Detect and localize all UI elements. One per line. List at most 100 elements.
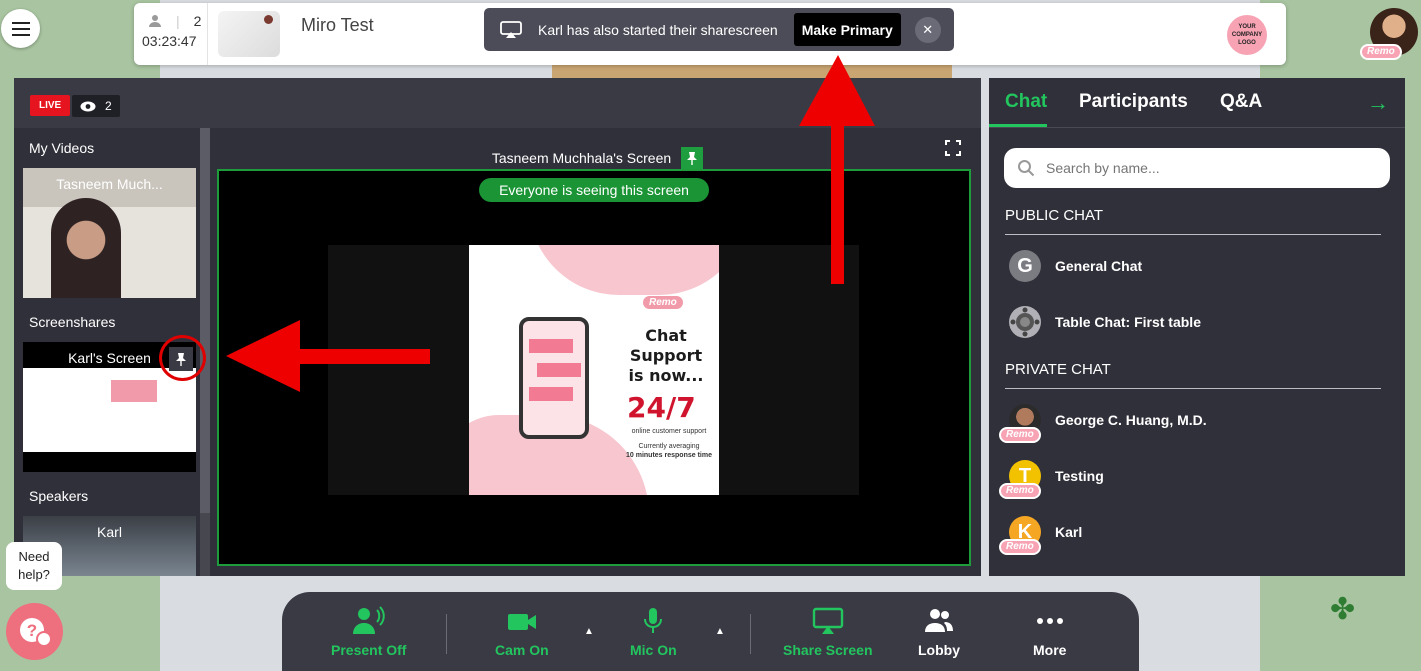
screenshare-preview: [23, 368, 196, 452]
lobby-button[interactable]: Lobby: [918, 606, 960, 658]
primary-screen-area: Tasneem Muchhala's Screen Everyone is se…: [214, 128, 981, 576]
cam-on-button[interactable]: Cam On: [495, 606, 549, 658]
viewer-counter: 2: [72, 95, 120, 117]
pin-icon: [687, 152, 698, 165]
person-icon: [149, 15, 161, 27]
chat-item-label: Table Chat: First table: [1055, 314, 1201, 330]
my-video-tile[interactable]: Tasneem Much...: [23, 168, 196, 298]
share-label: Share Screen: [783, 642, 873, 658]
divider: [446, 614, 447, 654]
chat-item-table[interactable]: Table Chat: First table: [1009, 304, 1201, 340]
screen-title-row: Tasneem Muchhala's Screen: [214, 147, 981, 169]
scrollbar-thumb[interactable]: [200, 128, 210, 513]
notification-message: Karl has also started their sharescreen: [538, 21, 778, 38]
search-icon: [1018, 160, 1035, 177]
remo-badge: Remo: [1360, 44, 1402, 60]
share-screen-icon: [812, 607, 843, 634]
menu-button[interactable]: [1, 9, 40, 48]
attendee-counter: | 2 03:23:47: [142, 13, 206, 49]
everyone-seeing-banner: Everyone is seeing this screen: [479, 178, 709, 202]
section-divider: [1005, 388, 1381, 389]
presenter-icon: [352, 606, 385, 634]
attendee-count: 2: [193, 13, 202, 29]
speaker-name: Karl: [97, 524, 122, 540]
phone-illustration: [519, 317, 589, 439]
tab-underline: [989, 124, 1047, 127]
remo-badge: Remo: [999, 483, 1041, 499]
chevron-up-icon[interactable]: ▲: [715, 626, 725, 637]
my-videos-label: My Videos: [29, 140, 95, 156]
bottom-toolbar: Present Off Cam On ▲ Mic On ▲ Share Scre…: [282, 592, 1139, 671]
red-circle-annotation: [159, 335, 206, 381]
tab-participants[interactable]: Participants: [1079, 91, 1188, 113]
shared-screen-content: Remo Chat Support is now... 24/7 online …: [328, 245, 859, 495]
stage-header: LIVE 2: [14, 78, 981, 128]
poster-brand: Remo: [643, 296, 683, 309]
clover-decoration: ✤: [1330, 593, 1356, 626]
chat-item-label: General Chat: [1055, 258, 1143, 274]
tab-qa[interactable]: Q&A: [1220, 91, 1262, 113]
chat-item-label: George C. Huang, M.D.: [1055, 412, 1207, 428]
poster-247: 24/7: [627, 391, 696, 424]
chat-item-label: Karl: [1055, 524, 1083, 540]
present-label: Present Off: [331, 642, 407, 658]
chat-item-general[interactable]: G General Chat: [1009, 248, 1142, 284]
room-title: Miro Test: [301, 15, 374, 35]
poster-sub-1: online customer support: [631, 428, 707, 435]
chat-panel: Chat Participants Q&A → PUBLIC CHAT G Ge…: [989, 78, 1405, 576]
poster-sub-3: 10 minutes response time: [626, 452, 712, 459]
microphone-icon: [644, 608, 663, 633]
svg-text:?: ?: [26, 621, 36, 640]
more-dots-icon: [1036, 618, 1063, 624]
room-thumbnail[interactable]: [218, 11, 280, 57]
divider: [750, 614, 751, 654]
public-chat-header: PUBLIC CHAT: [1005, 207, 1104, 224]
poster-subtext: online customer support Currently averag…: [619, 427, 719, 460]
pin-active-button[interactable]: [681, 147, 704, 169]
panel-tabs: Chat Participants Q&A →: [989, 78, 1405, 128]
more-label: More: [1033, 642, 1067, 658]
hamburger-icon: [11, 27, 30, 30]
viewer-count: 2: [105, 99, 112, 113]
shared-screen-frame[interactable]: Everyone is seeing this screen Remo Chat…: [217, 169, 971, 566]
chat-item-label: Testing: [1055, 468, 1104, 484]
live-badge: LIVE: [30, 95, 71, 116]
speakers-label: Speakers: [29, 488, 89, 504]
company-logo: YOUR COMPANY LOGO: [1227, 15, 1267, 55]
fullscreen-icon[interactable]: [945, 140, 961, 156]
search-input[interactable]: [1004, 148, 1390, 188]
chevron-up-icon[interactable]: ▲: [584, 626, 594, 637]
screenshares-label: Screenshares: [29, 314, 116, 330]
table-icon: [1009, 306, 1041, 338]
help-bubble: Need help?: [6, 542, 62, 590]
poster-blob: [529, 245, 719, 295]
mic-on-button[interactable]: Mic On: [630, 606, 677, 658]
sharescreen-notification: Karl has also started their sharescreen …: [484, 8, 954, 51]
cam-label: Cam On: [495, 642, 549, 658]
tab-chat[interactable]: Chat: [1005, 91, 1047, 113]
people-icon: [925, 609, 953, 632]
more-button[interactable]: More: [1033, 606, 1066, 658]
share-screen-button[interactable]: Share Screen: [783, 606, 873, 658]
camera-icon: [507, 614, 536, 630]
present-off-button[interactable]: Present Off: [331, 606, 406, 658]
make-primary-button[interactable]: Make Primary: [793, 13, 901, 46]
eye-icon: [80, 101, 96, 111]
my-video-name: Tasneem Much...: [56, 176, 163, 192]
poster-image: Remo Chat Support is now... 24/7 online …: [469, 245, 719, 495]
avatar: G: [1009, 250, 1041, 282]
collapse-panel-icon[interactable]: →: [1367, 90, 1389, 116]
private-chat-header: PRIVATE CHAT: [1005, 361, 1111, 378]
webcam-person: [51, 198, 121, 298]
divider: [207, 3, 208, 65]
close-icon[interactable]: ✕: [914, 16, 941, 43]
poster-sub-2: Currently averaging: [638, 443, 700, 450]
lobby-label: Lobby: [918, 642, 960, 658]
poster-headline: Chat Support is now...: [628, 326, 704, 385]
help-button[interactable]: ?: [6, 603, 63, 660]
stage-panel: LIVE 2 My Videos Screenshares Speakers T…: [14, 78, 981, 576]
screen-title: Tasneem Muchhala's Screen: [491, 150, 672, 166]
airplay-icon: [500, 20, 522, 38]
session-timer: 03:23:47: [142, 33, 197, 49]
remo-badge: Remo: [999, 539, 1041, 555]
